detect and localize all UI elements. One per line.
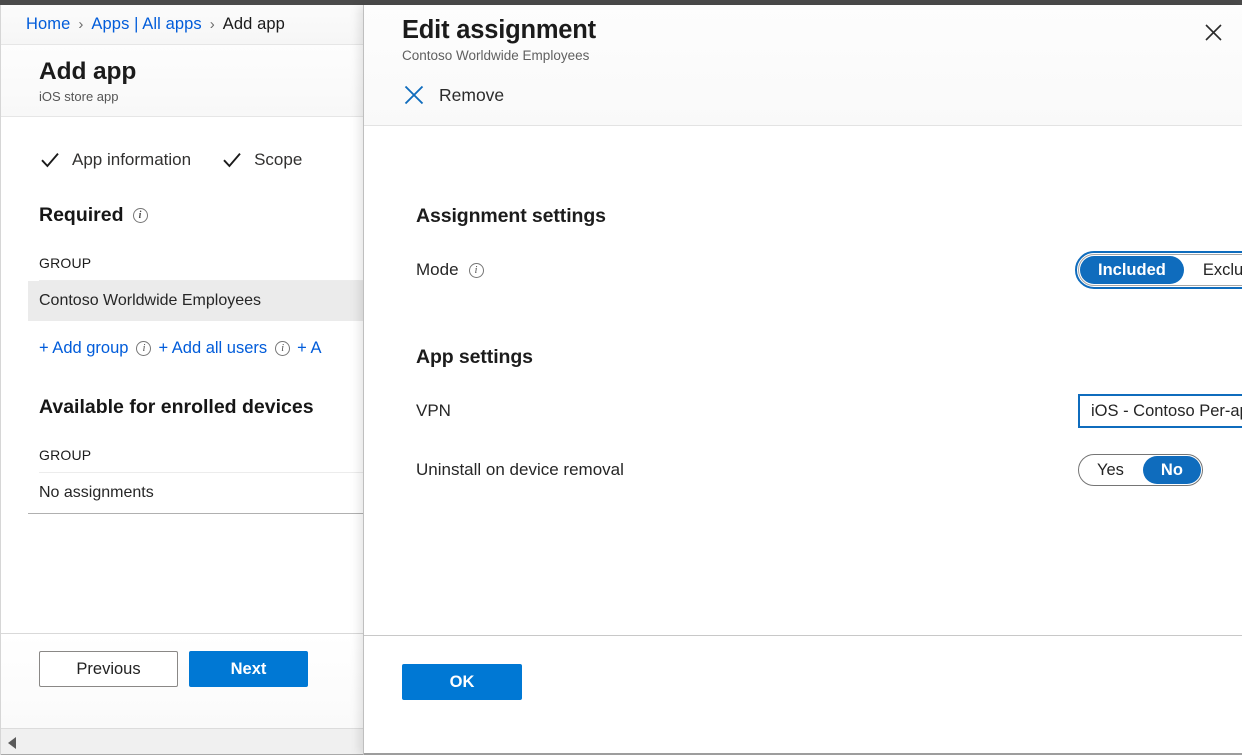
blade-footer: Previous Next — [1, 633, 363, 728]
breadcrumb-item-home[interactable]: Home — [26, 15, 70, 34]
scroll-left-arrow-icon[interactable] — [8, 737, 16, 749]
edit-assignment-panel: Edit assignment Contoso Worldwide Employ… — [363, 5, 1242, 755]
mode-field-row: Mode Included Excluded — [416, 253, 1242, 287]
panel-footer: OK — [364, 635, 1242, 755]
vpn-label-wrap: VPN — [416, 401, 451, 421]
vpn-select[interactable]: iOS - Contoso Per-app VPN — [1078, 394, 1242, 428]
blade-header: Add app iOS store app — [1, 45, 363, 117]
table-row: No assignments — [28, 473, 363, 514]
command-bar: Remove — [402, 78, 1242, 112]
info-icon[interactable] — [133, 208, 148, 223]
close-icon — [1204, 23, 1223, 42]
tab-label: Scope — [254, 150, 302, 170]
breadcrumb: Home › Apps | All apps › Add app — [1, 5, 363, 45]
mode-toggle[interactable]: Included Excluded — [1078, 254, 1242, 286]
next-button[interactable]: Next — [189, 651, 308, 687]
uninstall-option-yes[interactable]: Yes — [1079, 455, 1142, 485]
available-group-column-header: GROUP — [39, 447, 363, 473]
info-icon[interactable] — [275, 341, 290, 356]
breadcrumb-separator-icon: › — [78, 16, 83, 33]
uninstall-control: Yes No — [1078, 454, 1203, 486]
table-row[interactable]: Contoso Worldwide Employees — [28, 281, 363, 321]
breadcrumb-item-add-app: Add app — [223, 15, 285, 34]
vpn-selected-value: iOS - Contoso Per-app VPN — [1091, 402, 1242, 421]
remove-label: Remove — [439, 85, 504, 106]
previous-button[interactable]: Previous — [39, 651, 178, 687]
uninstall-field-row: Uninstall on device removal Yes No — [416, 453, 1242, 487]
panel-body: Assignment settings Mode Included Exclud… — [364, 126, 1242, 634]
wizard-tabs: App information Scope — [39, 117, 363, 171]
tab-app-information[interactable]: App information — [39, 149, 191, 171]
breadcrumb-item-apps[interactable]: Apps | All apps — [91, 15, 201, 34]
checkmark-icon — [39, 149, 61, 171]
info-icon[interactable] — [136, 341, 151, 356]
screen-root: Home › Apps | All apps › Add app Add app… — [0, 0, 1242, 755]
vpn-field-row: VPN iOS - Contoso Per-app VPN — [416, 394, 1242, 428]
close-x-icon — [402, 83, 426, 107]
panel-header: Edit assignment Contoso Worldwide Employ… — [364, 5, 1242, 125]
blade-content: App information Scope Required GROUP Con… — [1, 117, 363, 674]
mode-control: Included Excluded — [1078, 254, 1242, 286]
assignment-settings-heading: Assignment settings — [416, 126, 1242, 228]
app-settings-heading: App settings — [416, 287, 1242, 369]
close-button[interactable] — [1198, 17, 1228, 47]
mode-option-included[interactable]: Included — [1080, 256, 1184, 284]
mode-option-excluded[interactable]: Excluded — [1185, 255, 1242, 285]
uninstall-toggle[interactable]: Yes No — [1078, 454, 1203, 486]
checkmark-icon — [221, 149, 243, 171]
tab-scope[interactable]: Scope — [221, 149, 302, 171]
available-section-heading: Available for enrolled devices — [39, 396, 363, 419]
panel-subtitle: Contoso Worldwide Employees — [402, 48, 1242, 63]
add-all-users-link[interactable]: + Add all users — [158, 339, 267, 358]
vpn-control: iOS - Contoso Per-app VPN — [1078, 394, 1242, 428]
uninstall-label-wrap: Uninstall on device removal — [416, 460, 624, 480]
panel-title: Edit assignment — [402, 15, 1242, 46]
horizontal-scrollbar[interactable] — [1, 728, 363, 755]
page-subtitle: iOS store app — [39, 89, 363, 104]
add-all-devices-link[interactable]: + A — [297, 339, 321, 358]
required-action-links: + Add group + Add all users + A — [39, 339, 363, 358]
required-group-column-header: GROUP — [39, 255, 363, 281]
uninstall-option-no[interactable]: No — [1143, 456, 1201, 484]
vpn-label: VPN — [416, 401, 451, 421]
ok-button[interactable]: OK — [402, 664, 522, 700]
required-heading-label: Required — [39, 204, 124, 227]
remove-button[interactable]: Remove — [402, 83, 516, 107]
tab-label: App information — [72, 150, 191, 170]
page-title: Add app — [39, 57, 363, 87]
uninstall-label: Uninstall on device removal — [416, 460, 624, 480]
add-app-blade: Home › Apps | All apps › Add app Add app… — [0, 5, 363, 755]
required-section-heading: Required — [39, 204, 363, 227]
breadcrumb-separator-icon: › — [210, 16, 215, 33]
info-icon[interactable] — [469, 263, 484, 278]
mode-label-wrap: Mode — [416, 260, 484, 280]
mode-label: Mode — [416, 260, 459, 280]
add-group-link[interactable]: + Add group — [39, 339, 128, 358]
